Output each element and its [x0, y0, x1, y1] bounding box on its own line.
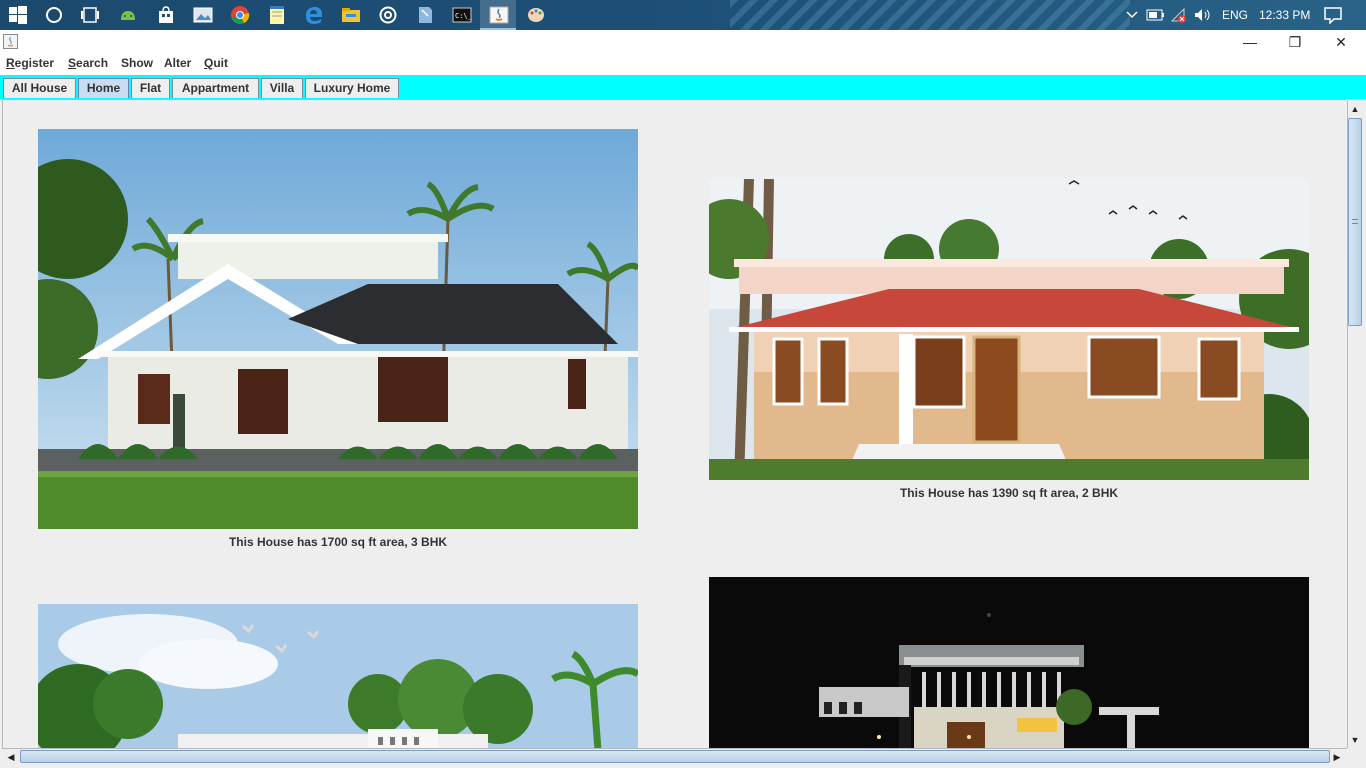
clock[interactable]: 12:33 PM	[1259, 8, 1310, 22]
house-gallery-panel: This House has 1700 sq ft area, 3 BHK Th…	[2, 99, 1347, 748]
java-app-icon[interactable]	[488, 4, 510, 26]
notifications-icon[interactable]	[1322, 4, 1344, 26]
settings-icon[interactable]	[377, 4, 399, 26]
menu-mnemonic: Q	[204, 56, 214, 70]
menu-alter[interactable]: Alter	[164, 56, 191, 70]
house-image[interactable]	[38, 604, 638, 748]
battery-icon[interactable]	[1145, 4, 1167, 26]
java-window-icon[interactable]	[3, 34, 18, 49]
tab-flat[interactable]: Flat	[131, 78, 170, 98]
store-icon[interactable]	[155, 4, 177, 26]
menu-register[interactable]: Register	[6, 56, 54, 70]
notes-icon[interactable]	[414, 4, 436, 26]
file-explorer-icon[interactable]	[340, 4, 362, 26]
menu-quit[interactable]: Quit	[204, 56, 228, 70]
minimize-button[interactable]: —	[1227, 32, 1273, 52]
tab-home[interactable]: Home	[78, 78, 129, 98]
scroll-down-arrow-icon[interactable]: ▼	[1347, 732, 1363, 748]
notepad-icon[interactable]	[266, 4, 288, 26]
grip-icon	[1352, 219, 1358, 224]
windows-taskbar: C:\_ ENG 12:33 PM	[0, 0, 1366, 30]
menu-label: Show	[121, 56, 153, 70]
volume-icon[interactable]	[1192, 4, 1214, 26]
tab-all-house[interactable]: All House	[3, 78, 76, 98]
menu-label: Alter	[164, 56, 192, 70]
menu-show[interactable]: Show	[121, 56, 153, 70]
house-caption: This House has 1700 sq ft area, 3 BHK	[228, 535, 448, 549]
taskbar-wallpaper-pattern	[730, 0, 1130, 30]
menu-bar: Register Search Show Alter Quit	[0, 53, 1366, 75]
scroll-left-arrow-icon[interactable]: ◀	[3, 749, 19, 765]
windows-start-icon[interactable]	[7, 4, 29, 26]
android-studio-icon[interactable]	[117, 4, 139, 26]
chrome-icon[interactable]	[229, 4, 251, 26]
photos-icon[interactable]	[192, 4, 214, 26]
restore-button[interactable]: ❐	[1272, 32, 1318, 52]
house-image[interactable]	[709, 179, 1309, 480]
scroll-right-arrow-icon[interactable]: ▶	[1329, 749, 1345, 765]
task-view-icon[interactable]	[79, 4, 101, 26]
scroll-up-arrow-icon[interactable]: ▲	[1347, 101, 1363, 117]
horizontal-scroll-thumb[interactable]	[20, 750, 1330, 763]
menu-mnemonic: S	[68, 56, 77, 70]
tab-villa[interactable]: Villa	[261, 78, 303, 98]
menu-search[interactable]: Search	[68, 56, 108, 70]
house-image[interactable]	[709, 577, 1309, 748]
menu-label: egister	[14, 56, 55, 70]
svg-text:C:\_: C:\_	[455, 12, 472, 20]
menu-label: earch	[76, 56, 109, 70]
close-button[interactable]: ✕	[1318, 32, 1364, 52]
house-image[interactable]	[38, 129, 638, 529]
window-title-bar: — ❐ ✕	[0, 30, 1366, 53]
tab-luxury-home[interactable]: Luxury Home	[305, 78, 399, 98]
vertical-scroll-thumb[interactable]	[1348, 118, 1362, 326]
cmd-icon[interactable]: C:\_	[451, 4, 473, 26]
network-disconnected-icon[interactable]	[1169, 4, 1191, 26]
category-tab-strip: All House Home Flat Appartment Villa Lux…	[0, 75, 1366, 99]
tab-appartment[interactable]: Appartment	[172, 78, 259, 98]
cortana-icon[interactable]	[43, 4, 65, 26]
edge-icon[interactable]	[303, 4, 325, 26]
chevron-up-icon[interactable]	[1121, 4, 1143, 26]
menu-mnemonic: R	[6, 56, 15, 70]
paint-icon[interactable]	[525, 4, 547, 26]
menu-label: uit	[213, 56, 229, 70]
language-indicator[interactable]: ENG	[1222, 8, 1248, 22]
house-caption: This House has 1390 sq ft area, 2 BHK	[899, 486, 1119, 500]
